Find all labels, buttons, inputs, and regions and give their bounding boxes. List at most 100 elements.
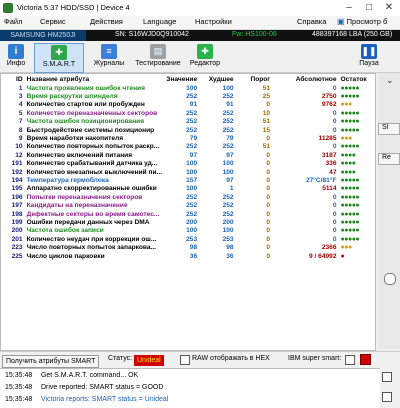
tab-smart[interactable]: ✚ S.M.A.R.T — [34, 43, 84, 73]
col-raw[interactable]: Абсолютное — [272, 74, 338, 84]
table-row[interactable]: 12 Количество включений питания 97 97 0 3187 ●… — [1, 151, 375, 159]
table-row[interactable]: 8 Быстродействие системы позиционир 252 252… — [1, 126, 375, 134]
col-remaining[interactable]: Остаток — [339, 74, 375, 84]
side-radio[interactable] — [384, 273, 396, 285]
tab-editor[interactable]: ✚ Редактор — [187, 43, 223, 71]
attribute-raw: 11285 — [318, 135, 337, 143]
table-row[interactable]: 5 Количество переназначенных секторов 252 2… — [1, 109, 375, 117]
table-row[interactable]: 199 Ошибки передачи данных через DMA 200 20… — [1, 218, 375, 226]
col-value[interactable]: Значение — [162, 74, 199, 84]
minimize-button[interactable]: – — [340, 2, 358, 14]
status-label: Статус: — [108, 355, 133, 362]
table-row[interactable]: 9 Время наработки накопителя 79 79 0 11285 ●●● — [1, 134, 375, 142]
table-row[interactable]: 194 Температура гермоблока 157 97 0 27°C/81°F… — [1, 176, 375, 184]
attribute-worst: 252 — [222, 93, 234, 101]
attribute-value: 252 — [186, 193, 198, 201]
attribute-raw: 0 — [332, 202, 337, 210]
table-row[interactable]: 10 Количество повторных попыток раскр... 2… — [1, 143, 375, 151]
table-row[interactable]: 191 Количество срабатываний датчика уд...… — [1, 160, 375, 168]
smart-id: 196 — [11, 193, 23, 201]
attribute-worst: 100 — [222, 160, 234, 168]
menu-file[interactable]: Файл — [4, 17, 22, 26]
smart-table-container[interactable]: ID Название атрибута Значение Худшее Пор… — [0, 73, 376, 351]
device-model[interactable]: SAMSUNG HM250JI — [0, 30, 86, 41]
table-row[interactable]: 225 Число циклов парковки 36 36 0 9 / 64992 ● — [1, 252, 375, 260]
smart-id: 192 — [11, 168, 23, 176]
smart-id: 12 — [15, 151, 23, 159]
attribute-health: ●●●●● — [340, 218, 360, 226]
table-row[interactable]: 200 Частота ошибок записи 100 100 0 0 ●●●●● — [1, 227, 375, 235]
attribute-health: ●●●● — [340, 151, 356, 159]
attribute-threshold: 0 — [266, 101, 271, 109]
attribute-name: Кандидаты на переназначение — [26, 202, 128, 210]
table-row[interactable]: 198 Дефектные секторы во время самотес...… — [1, 210, 375, 218]
table-row[interactable]: 201 Количество неудач при коррекции ош...… — [1, 235, 375, 243]
menu-service[interactable]: Сервис — [40, 17, 66, 26]
log-checkbox-2[interactable] — [382, 392, 392, 402]
maximize-button[interactable]: □ — [360, 2, 378, 14]
table-row[interactable]: 196 Попытки переназначения секторов 252 252… — [1, 193, 375, 201]
attribute-name: Количество срабатываний датчика уд... — [26, 160, 158, 168]
attribute-worst: 252 — [222, 118, 234, 126]
table-row[interactable]: 4 Количество стартов или пробужден 91 91 0 97… — [1, 101, 375, 109]
attribute-name: Частота ошибок записи — [26, 227, 104, 235]
table-row[interactable]: 3 Время раскрутки шпинделя 252 252 25 2750 ●●●… — [1, 92, 375, 100]
menu-view[interactable]: ▣ Просмотр б — [337, 17, 387, 26]
table-row[interactable]: 7 Частота ошибок позиционирования 252 252 51… — [1, 118, 375, 126]
attribute-value: 100 — [186, 227, 198, 235]
ibm-smart-checkbox[interactable] — [345, 355, 355, 365]
ibm-smart-indicator — [360, 354, 371, 365]
menu-bar: Файл Сервис Действия Language Настройки … — [0, 16, 400, 30]
table-row[interactable]: 1 Частота проявления ошибок чтения 100 100 5… — [1, 84, 375, 92]
table-row[interactable]: 195 Аппаратно скорректированные ошибки 100… — [1, 185, 375, 193]
smart-id: 225 — [11, 252, 23, 260]
table-row[interactable]: 192 Количество внезапных выключений пи...… — [1, 168, 375, 176]
log-area[interactable]: 15:35:48 Get S.M.A.R.T. command... OK 15… — [0, 368, 380, 408]
pause-button[interactable]: ❚❚ Пауза — [355, 43, 383, 71]
log-line: 15:35:48 Victoria reports: SMART status … — [5, 396, 168, 403]
attribute-worst: 252 — [222, 126, 234, 134]
col-threshold[interactable]: Порог — [236, 74, 272, 84]
menu-language[interactable]: Language — [143, 17, 176, 26]
menu-help[interactable]: Справка — [297, 17, 326, 26]
side-button-re[interactable]: Re — [378, 153, 400, 165]
tab-journals[interactable]: ≡ Журналы — [90, 43, 128, 71]
attribute-health: ●●●●● — [340, 109, 360, 117]
attribute-raw: 0 — [332, 109, 337, 117]
col-worst[interactable]: Худшее — [199, 74, 235, 84]
col-id[interactable]: ID — [1, 74, 25, 84]
attribute-health: ●●●●● — [340, 235, 360, 243]
attribute-raw: 47 — [329, 168, 337, 176]
tab-testing[interactable]: ▤ Тестирование — [132, 43, 184, 71]
scroll-down-icon[interactable]: ⌄ — [386, 75, 394, 86]
log-line: 15:35:48 Get S.M.A.R.T. command... OK — [5, 372, 138, 379]
attribute-health: ●●● — [340, 244, 353, 252]
attribute-raw: 0 — [332, 227, 337, 235]
menu-actions[interactable]: Действия — [90, 17, 123, 26]
table-row[interactable]: 197 Кандидаты на переназначение 252 252 0 0 ●●… — [1, 201, 375, 209]
tab-editor-label: Редактор — [189, 60, 221, 67]
close-button[interactable]: ✕ — [380, 2, 398, 14]
log-time: 15:35:48 — [5, 396, 33, 403]
tab-journals-label: Журналы — [93, 60, 125, 67]
tab-testing-label: Тестирование — [135, 60, 181, 67]
raw-hex-checkbox[interactable] — [180, 355, 190, 365]
attribute-threshold: 10 — [262, 109, 271, 117]
smart-id: 191 — [11, 160, 23, 168]
log-checkbox[interactable] — [382, 372, 392, 382]
attribute-value: 253 — [186, 235, 198, 243]
get-smart-button[interactable]: Получить атрибуты SMART — [2, 355, 100, 368]
side-button-sl[interactable]: Sl — [378, 123, 400, 135]
attribute-health: ●●●●● — [340, 176, 360, 184]
col-name[interactable]: Название атрибута — [25, 74, 162, 84]
tab-info[interactable]: i Инфо — [2, 43, 30, 71]
attribute-threshold: 0 — [266, 176, 271, 184]
menu-settings[interactable]: Настройки — [195, 17, 232, 26]
attribute-worst: 252 — [222, 193, 234, 201]
attribute-worst: 100 — [222, 168, 234, 176]
attribute-raw: 0 — [332, 84, 337, 92]
attribute-raw: 0 — [332, 126, 337, 134]
smart-id: 223 — [11, 244, 23, 252]
table-row[interactable]: 223 Число повторных попыток запаркова... 9… — [1, 243, 375, 251]
attribute-threshold: 0 — [266, 218, 271, 226]
